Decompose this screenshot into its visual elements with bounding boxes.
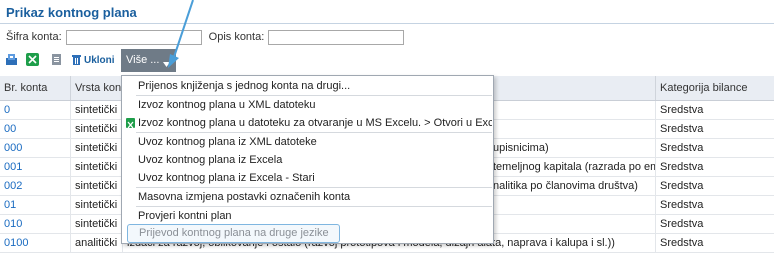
menu-item-uvoz-xml[interactable]: Uvoz kontnog plana iz XML datoteke <box>123 133 492 151</box>
balance-category: Sredstva <box>660 104 704 116</box>
page-title: Prikaz kontnog plana <box>6 5 137 20</box>
account-number[interactable]: 00 <box>0 120 71 138</box>
account-number[interactable]: 001 <box>0 158 71 176</box>
menu-item-izvoz-excel-label: Izvoz kontnog plana u datoteku za otvara… <box>138 117 492 129</box>
account-type: sintetički <box>71 120 123 138</box>
menu-item-prijenos-knjizenja[interactable]: Prijenos knjiženja s jednog konta na dru… <box>123 77 492 95</box>
column-header-vrsta[interactable]: Vrsta kon <box>71 76 123 100</box>
opis-konta-input[interactable] <box>268 29 405 45</box>
account-type: sintetički <box>71 196 123 214</box>
remove-button[interactable]: Ukloni <box>84 53 115 68</box>
menu-item-uvoz-excel[interactable]: Uvoz kontnog plana iz Excela <box>123 151 492 169</box>
more-button-label: Više ... <box>126 54 160 66</box>
excel-icon <box>126 118 135 129</box>
sifra-konta-label: Šifra konta: <box>6 31 62 43</box>
account-number[interactable]: 0 <box>0 101 71 119</box>
column-header-konto[interactable]: Br. konta <box>0 76 71 100</box>
account-type: sintetički <box>71 177 123 195</box>
balance-category: Sredstva <box>660 142 704 154</box>
title-divider <box>0 23 774 24</box>
document-icon[interactable] <box>50 53 63 66</box>
balance-category: Sredstva <box>660 180 704 192</box>
add-icon[interactable] <box>5 53 18 66</box>
account-number[interactable]: 000 <box>0 139 71 157</box>
balance-category: Sredstva <box>660 199 704 211</box>
annotation-arrow <box>168 0 194 68</box>
menu-item-prijevod[interactable]: Prijevod kontnog plana na druge jezike <box>127 224 340 243</box>
account-type: sintetički <box>71 139 123 157</box>
account-type: sintetički <box>71 158 123 176</box>
account-type: sintetički <box>71 101 123 119</box>
trash-icon[interactable] <box>70 53 83 66</box>
column-header-kategorija[interactable]: Kategorija bilance <box>656 76 774 100</box>
account-number[interactable]: 002 <box>0 177 71 195</box>
account-type: sintetički <box>71 215 123 233</box>
menu-item-izvoz-xml[interactable]: Izvoz kontnog plana u XML datoteku <box>123 96 492 114</box>
menu-item-uvoz-excel-stari[interactable]: Uvoz kontnog plana iz Excela - Stari <box>123 169 492 187</box>
balance-category: Sredstva <box>660 161 704 173</box>
account-number[interactable]: 0100 <box>0 234 71 252</box>
filter-bar: Šifra konta: Opis konta: <box>6 28 405 46</box>
toolbar: Ukloni Više ... <box>0 49 774 72</box>
balance-category: Sredstva <box>660 237 704 249</box>
opis-konta-label: Opis konta: <box>208 31 265 43</box>
menu-item-izvoz-excel[interactable]: Izvoz kontnog plana u datoteku za otvara… <box>123 114 492 132</box>
more-dropdown-menu: Prijenos knjiženja s jednog konta na dru… <box>121 75 494 244</box>
menu-item-provjeri-kontni-plan[interactable]: Provjeri kontni plan <box>123 207 492 225</box>
balance-category: Sredstva <box>660 218 704 230</box>
account-type: analitički <box>71 234 123 252</box>
balance-category: Sredstva <box>660 123 704 135</box>
account-number[interactable]: 01 <box>0 196 71 214</box>
menu-item-masovna-izmjena[interactable]: Masovna izmjena postavki označenih konta <box>123 188 492 206</box>
account-number[interactable]: 010 <box>0 215 71 233</box>
excel-export-icon[interactable] <box>26 53 39 66</box>
